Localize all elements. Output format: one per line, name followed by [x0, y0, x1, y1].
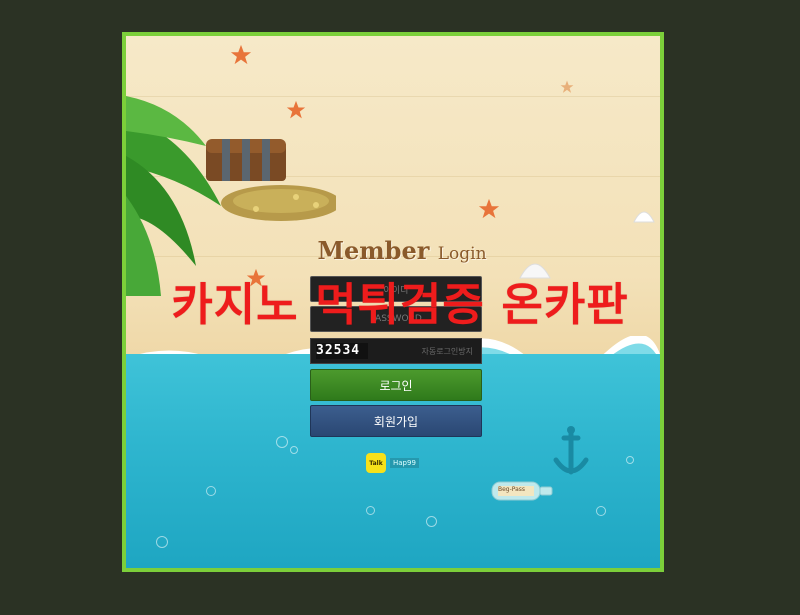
bubble: [366, 506, 375, 515]
watermark-overlay-text: 카지노 먹튀검증 온카판: [171, 278, 629, 331]
title-sub: Login: [437, 244, 487, 264]
kakao-id: Hap99: [390, 458, 419, 468]
bubble: [596, 506, 606, 516]
treasure-chest-decoration: [206, 139, 336, 221]
starfish-icon: [560, 80, 574, 93]
captcha-code: 32534: [316, 343, 368, 359]
title-main: Member: [317, 236, 430, 265]
page-title: Member Login: [312, 236, 492, 265]
bubble: [276, 436, 288, 448]
starfish-icon: [286, 100, 306, 119]
bottle-label: Beg-Pass: [498, 486, 526, 493]
login-button[interactable]: 로그인: [310, 369, 482, 401]
kakaotalk-icon: Talk: [366, 453, 386, 473]
starfish-icon: [230, 44, 252, 65]
anchor-decoration: [553, 426, 589, 475]
bubble: [206, 486, 216, 496]
captcha-hint: 자동로그인방지: [421, 347, 473, 356]
seashell-icon: [633, 211, 655, 223]
starfish-icon: [478, 198, 500, 219]
bubble: [290, 446, 298, 454]
captcha-field[interactable]: 32534 자동로그인방지: [310, 338, 482, 364]
bubble: [626, 456, 634, 464]
bubble: [426, 516, 437, 527]
bubble: [156, 536, 168, 548]
signup-button[interactable]: 회원가입: [310, 405, 482, 437]
kakao-contact[interactable]: Talk Hap99: [366, 452, 428, 474]
